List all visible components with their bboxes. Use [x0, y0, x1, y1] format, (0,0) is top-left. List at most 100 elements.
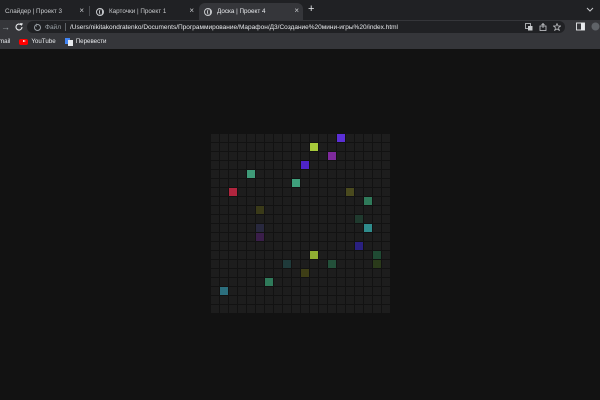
board-cell[interactable]: [309, 287, 318, 295]
board-cell[interactable]: [246, 233, 255, 241]
board-cell[interactable]: [345, 251, 354, 259]
board-cell[interactable]: [219, 296, 228, 304]
share-icon[interactable]: [539, 23, 547, 31]
board-cell[interactable]: [255, 161, 264, 169]
board-cell[interactable]: [282, 206, 291, 214]
board-cell[interactable]: [354, 179, 363, 187]
board-cell[interactable]: [327, 242, 336, 250]
board-cell[interactable]: [318, 242, 327, 250]
board-cell[interactable]: [237, 206, 246, 214]
board-cell[interactable]: [309, 251, 318, 259]
board-cell[interactable]: [237, 269, 246, 277]
board-cell[interactable]: [237, 224, 246, 232]
board-cell[interactable]: [228, 278, 237, 286]
board-cell[interactable]: [363, 269, 372, 277]
board-cell[interactable]: [363, 197, 372, 205]
board-cell[interactable]: [372, 305, 381, 313]
board-cell[interactable]: [237, 242, 246, 250]
board-cell[interactable]: [246, 260, 255, 268]
board-cell[interactable]: [273, 206, 282, 214]
board-cell[interactable]: [354, 161, 363, 169]
board-cell[interactable]: [318, 143, 327, 151]
close-icon[interactable]: ×: [79, 7, 84, 15]
board-cell[interactable]: [237, 134, 246, 142]
board-cell[interactable]: [345, 224, 354, 232]
board-cell[interactable]: [300, 242, 309, 250]
board-cell[interactable]: [282, 233, 291, 241]
board-cell[interactable]: [300, 296, 309, 304]
board-cell[interactable]: [282, 197, 291, 205]
board-cell[interactable]: [345, 287, 354, 295]
board-cell[interactable]: [273, 197, 282, 205]
board-cell[interactable]: [219, 242, 228, 250]
board-cell[interactable]: [291, 269, 300, 277]
board-cell[interactable]: [246, 278, 255, 286]
board-cell[interactable]: [273, 143, 282, 151]
board-cell[interactable]: [255, 278, 264, 286]
board-cell[interactable]: [282, 161, 291, 169]
board-cell[interactable]: [291, 287, 300, 295]
board-cell[interactable]: [345, 134, 354, 142]
board-cell[interactable]: [372, 287, 381, 295]
board-cell[interactable]: [381, 242, 390, 250]
board-cell[interactable]: [381, 179, 390, 187]
board-cell[interactable]: [336, 305, 345, 313]
board-cell[interactable]: [381, 134, 390, 142]
board-cell[interactable]: [345, 278, 354, 286]
board-cell[interactable]: [327, 179, 336, 187]
board-cell[interactable]: [291, 179, 300, 187]
board-cell[interactable]: [282, 215, 291, 223]
board-cell[interactable]: [219, 206, 228, 214]
board-cell[interactable]: [372, 296, 381, 304]
board-cell[interactable]: [255, 224, 264, 232]
board-cell[interactable]: [336, 170, 345, 178]
board-cell[interactable]: [309, 152, 318, 160]
board-cell[interactable]: [363, 143, 372, 151]
board-cell[interactable]: [381, 215, 390, 223]
board-cell[interactable]: [228, 197, 237, 205]
board-cell[interactable]: [327, 161, 336, 169]
board-cell[interactable]: [219, 305, 228, 313]
board-cell[interactable]: [363, 215, 372, 223]
board-cell[interactable]: [255, 170, 264, 178]
board-cell[interactable]: [282, 170, 291, 178]
board-cell[interactable]: [211, 269, 219, 277]
board-cell[interactable]: [354, 296, 363, 304]
board-cell[interactable]: [291, 143, 300, 151]
board-cell[interactable]: [264, 287, 273, 295]
board-cell[interactable]: [372, 233, 381, 241]
board-cell[interactable]: [372, 152, 381, 160]
board-cell[interactable]: [354, 170, 363, 178]
board-cell[interactable]: [354, 269, 363, 277]
board-cell[interactable]: [211, 260, 219, 268]
board-cell[interactable]: [381, 143, 390, 151]
board-cell[interactable]: [291, 188, 300, 196]
board-cell[interactable]: [309, 242, 318, 250]
board-cell[interactable]: [282, 278, 291, 286]
board-cell[interactable]: [318, 287, 327, 295]
board-cell[interactable]: [211, 251, 219, 259]
board-cell[interactable]: [264, 170, 273, 178]
board-cell[interactable]: [354, 233, 363, 241]
board-cell[interactable]: [372, 179, 381, 187]
board-cell[interactable]: [255, 143, 264, 151]
board-cell[interactable]: [255, 206, 264, 214]
board-cell[interactable]: [381, 260, 390, 268]
board-cell[interactable]: [354, 224, 363, 232]
board-cell[interactable]: [211, 152, 219, 160]
board-cell[interactable]: [363, 224, 372, 232]
board-cell[interactable]: [237, 260, 246, 268]
board-cell[interactable]: [246, 161, 255, 169]
board-cell[interactable]: [327, 260, 336, 268]
board-cell[interactable]: [381, 278, 390, 286]
board-cell[interactable]: [228, 170, 237, 178]
board-cell[interactable]: [327, 188, 336, 196]
board-cell[interactable]: [228, 215, 237, 223]
board-cell[interactable]: [237, 179, 246, 187]
board-cell[interactable]: [282, 143, 291, 151]
board-cell[interactable]: [282, 242, 291, 250]
board-cell[interactable]: [336, 197, 345, 205]
board-cell[interactable]: [372, 206, 381, 214]
bookmark-star-icon[interactable]: [553, 23, 561, 31]
board-cell[interactable]: [372, 188, 381, 196]
